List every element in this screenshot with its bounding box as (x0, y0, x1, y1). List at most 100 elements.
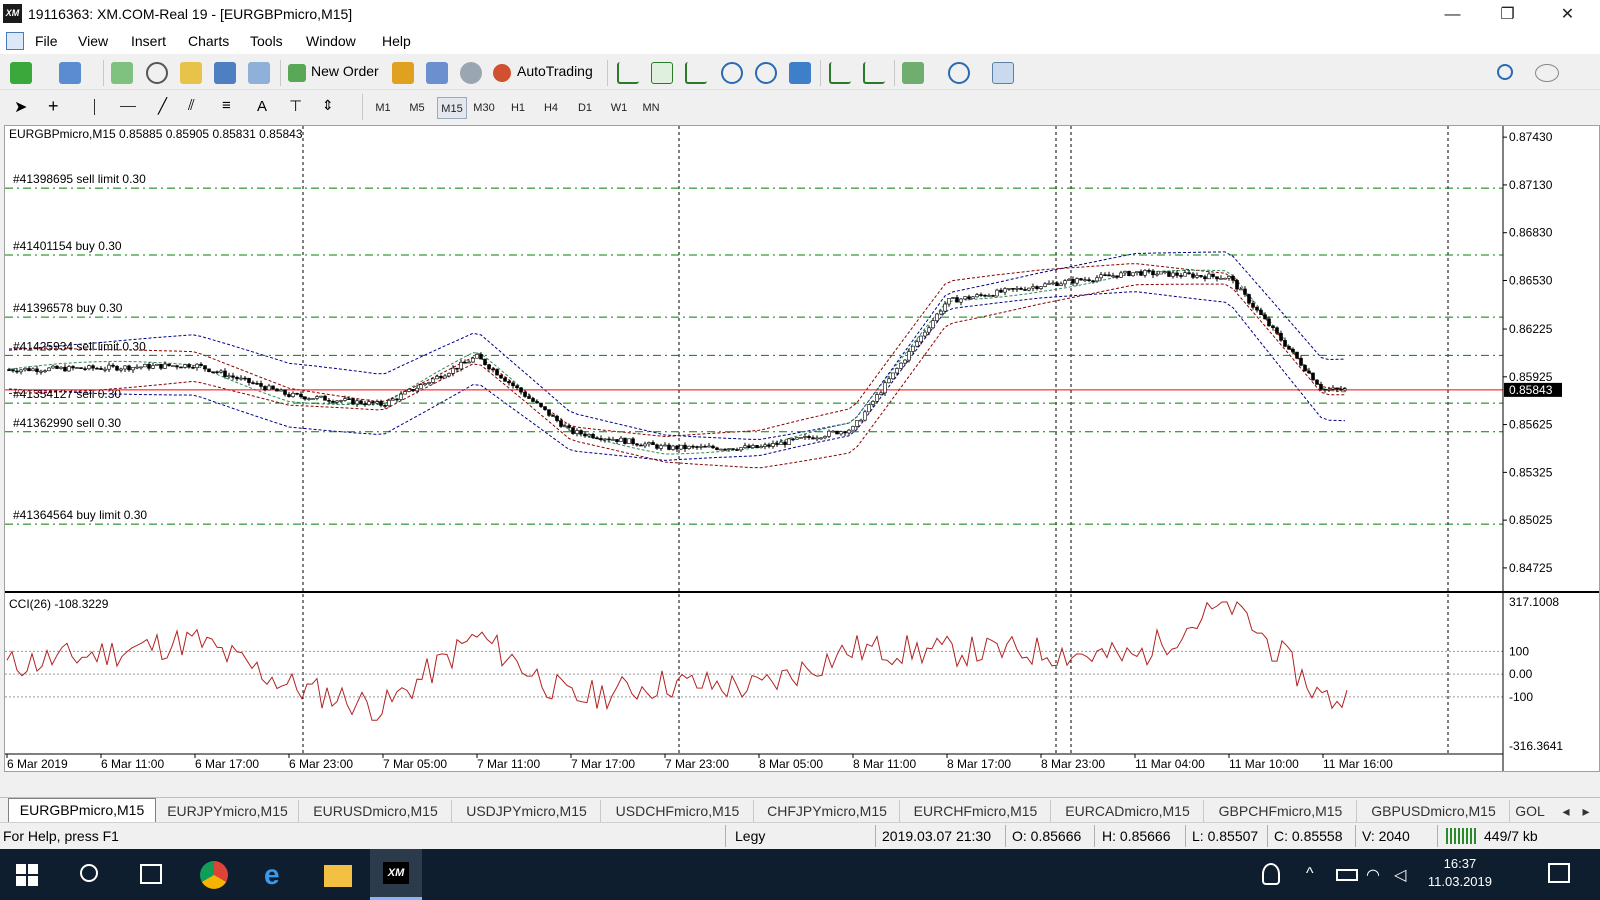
tabs-scroll-left-icon[interactable]: ◂ (1558, 800, 1574, 822)
terminal-icon[interactable] (214, 62, 236, 84)
candle-body (647, 442, 651, 445)
autotrading-button[interactable]: AutoTrading (517, 63, 593, 79)
file-explorer-icon[interactable] (324, 865, 352, 887)
chrome-icon[interactable] (200, 861, 228, 889)
candle-body (75, 367, 79, 369)
new-order-button[interactable]: New Order (311, 63, 379, 79)
status-high: H: 0.85666 (1102, 828, 1171, 844)
tab-eurchf[interactable]: EURCHFmicro,M15 (901, 800, 1051, 822)
cursor-icon[interactable]: ➤ (14, 97, 27, 117)
templates-icon[interactable] (992, 62, 1014, 84)
autotrading-icon[interactable] (493, 64, 511, 82)
navigator-icon[interactable] (180, 62, 202, 84)
menu-view[interactable]: View (78, 33, 108, 49)
tab-usdchf[interactable]: USDCHFmicro,M15 (602, 800, 754, 822)
arrows-icon[interactable]: ⇕ (322, 97, 334, 114)
status-traffic: 449/7 kb (1484, 828, 1538, 844)
xm-app-icon: XM (383, 862, 409, 884)
chat-icon[interactable] (1535, 64, 1559, 82)
tab-gbpchf[interactable]: GBPCHFmicro,M15 (1205, 800, 1357, 822)
chart-window[interactable]: #41398695 sell limit 0.30 #41401154 buy 0… (4, 125, 1600, 772)
signals-icon[interactable] (426, 62, 448, 84)
candle-body (303, 396, 307, 400)
price-chart[interactable]: #41398695 sell limit 0.30 #41401154 buy 0… (5, 126, 1599, 771)
tf-d1-button[interactable]: D1 (571, 97, 599, 119)
windows-start-icon[interactable] (16, 864, 38, 886)
zoom-in-icon[interactable] (721, 62, 743, 84)
bar-chart-icon[interactable] (617, 62, 639, 84)
menu-tools[interactable]: Tools (250, 33, 283, 49)
edge-icon[interactable]: e (264, 861, 292, 889)
menu-window[interactable]: Window (306, 33, 356, 49)
tf-h1-button[interactable]: H1 (504, 97, 532, 119)
maximize-button[interactable]: ❐ (1480, 0, 1535, 29)
tf-mn-button[interactable]: MN (637, 97, 665, 119)
people-icon[interactable] (1262, 863, 1280, 885)
trendline-icon[interactable]: ╱ (158, 97, 167, 115)
indicators-icon[interactable] (902, 62, 924, 84)
chevron-up-icon[interactable]: ^ (1306, 865, 1334, 893)
data-window-icon[interactable] (146, 62, 168, 84)
crosshair-icon[interactable]: + (48, 96, 59, 117)
tab-eurgbp[interactable]: EURGBPmicro,M15 (8, 798, 156, 823)
time-tick-label: 6 Mar 11:00 (101, 757, 164, 771)
tabs-scroll-right-icon[interactable]: ▸ (1578, 800, 1594, 822)
search-icon[interactable] (80, 864, 98, 882)
chart-menu-icon[interactable] (6, 32, 24, 50)
search-icon[interactable] (1497, 64, 1513, 80)
market-icon[interactable] (460, 62, 482, 84)
xm-taskbar-button[interactable]: XM (370, 849, 422, 900)
profiles-icon[interactable] (59, 62, 81, 84)
text-label-icon[interactable]: ⊤ (289, 97, 302, 115)
tab-eurjpy[interactable]: EURJPYmicro,M15 (157, 800, 299, 822)
vertical-line-icon[interactable] (94, 99, 95, 115)
tab-gold[interactable]: GOL (1511, 800, 1549, 822)
tf-m30-button[interactable]: M30 (470, 97, 498, 119)
tf-m15-button[interactable]: M15 (437, 97, 467, 119)
tf-m5-button[interactable]: M5 (403, 97, 431, 119)
fibonacci-icon[interactable]: ≡ (222, 97, 231, 114)
tile-windows-icon[interactable] (789, 62, 811, 84)
metaeditor-icon[interactable] (392, 62, 414, 84)
market-watch-icon[interactable] (111, 62, 133, 84)
tab-chfjpy[interactable]: CHFJPYmicro,M15 (755, 800, 900, 822)
wifi-icon[interactable]: ◠ (1366, 865, 1394, 893)
autoscroll-icon[interactable] (863, 62, 885, 84)
menu-help[interactable]: Help (382, 33, 411, 49)
tf-h4-button[interactable]: H4 (537, 97, 565, 119)
candlestick-chart-icon[interactable] (651, 62, 673, 84)
candle-body (1279, 333, 1283, 341)
candle-body (759, 446, 763, 449)
new-order-icon[interactable] (288, 64, 306, 82)
candle-body (691, 445, 695, 448)
tab-usdjpy[interactable]: USDJPYmicro,M15 (453, 800, 601, 822)
chart-shift-icon[interactable] (829, 62, 851, 84)
close-button[interactable]: ✕ (1540, 0, 1595, 29)
tab-eurusd[interactable]: EURUSDmicro,M15 (300, 800, 452, 822)
status-profile[interactable]: Legy (735, 828, 765, 844)
candle-body (151, 365, 155, 369)
tf-m1-button[interactable]: M1 (369, 97, 397, 119)
battery-icon[interactable] (1336, 869, 1358, 881)
line-chart-icon[interactable] (685, 62, 707, 84)
menu-insert[interactable]: Insert (131, 33, 166, 49)
channel-icon[interactable]: ⫽ (188, 97, 195, 114)
candle-body (1327, 389, 1331, 391)
minimize-button[interactable]: — (1425, 0, 1480, 29)
strategy-tester-icon[interactable] (248, 62, 270, 84)
tab-eurcad[interactable]: EURCADmicro,M15 (1052, 800, 1204, 822)
notifications-icon[interactable] (1548, 863, 1570, 883)
horizontal-line-icon[interactable] (120, 106, 136, 107)
tf-w1-button[interactable]: W1 (605, 97, 633, 119)
volume-icon[interactable]: ◁ (1394, 865, 1422, 893)
menu-file[interactable]: File (35, 33, 58, 49)
zoom-out-icon[interactable] (755, 62, 777, 84)
menu-charts[interactable]: Charts (188, 33, 229, 49)
candle-body (943, 303, 947, 312)
task-view-icon[interactable] (140, 864, 162, 884)
new-chart-icon[interactable] (10, 62, 32, 84)
text-icon[interactable]: A (257, 98, 267, 115)
periods-icon[interactable] (948, 62, 970, 84)
tab-gbpusd[interactable]: GBPUSDmicro,M15 (1358, 800, 1510, 822)
tray-clock[interactable]: 16:37 11.03.2019 (1428, 855, 1492, 891)
